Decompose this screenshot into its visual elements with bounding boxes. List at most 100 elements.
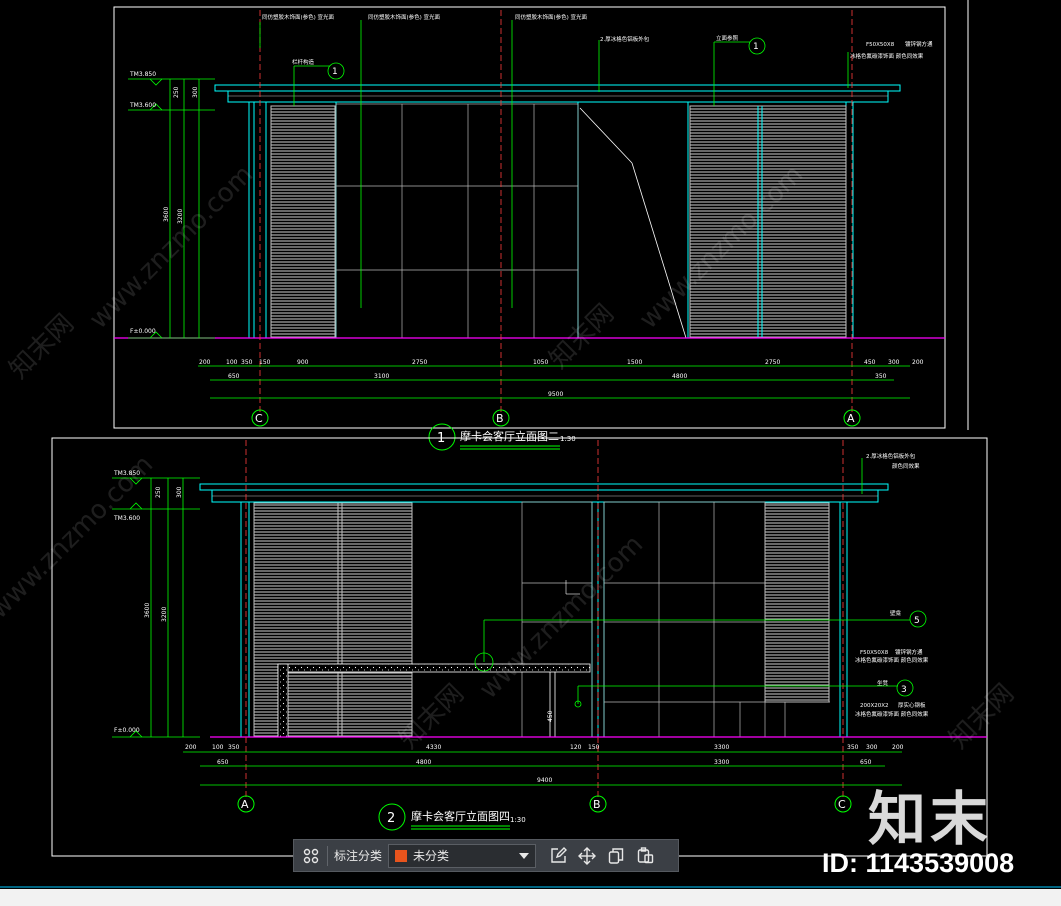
height-dim: 3600 [163, 207, 170, 222]
leader-note: 冰格色氟碳漆饰面 颜色同效果 [850, 52, 924, 60]
dim-text: 650 [860, 759, 872, 766]
dim-text: 4330 [426, 744, 441, 751]
dim-total: 9500 [548, 391, 563, 398]
dim-text: 200 [199, 359, 211, 366]
leader-note: 壁龛 [890, 609, 902, 617]
dim-text: 4800 [672, 373, 687, 380]
dim-text: 4800 [416, 759, 431, 766]
dim-text: 150 [588, 744, 600, 751]
detail-marker: 5 [914, 616, 920, 626]
bench-leg [277, 663, 289, 738]
leader-note: 镀锌钢方通 [905, 40, 933, 48]
dim-text: 350 [875, 373, 887, 380]
leader-note: 厚实心钢板 [898, 701, 926, 709]
detail-marker: 1 [332, 67, 338, 77]
dim-text: 300 [888, 359, 900, 366]
roof-fascia-1 [227, 90, 889, 103]
height-dim: 250 [173, 86, 180, 98]
axis-label: C [255, 412, 263, 425]
leader-note: 同仿塑胶木饰面(参色) 宣光面 [368, 13, 441, 21]
leader-note: 立面参照 [716, 34, 739, 42]
leader-note: 同仿塑胶木饰面(参色) 宣光面 [262, 13, 335, 21]
leader-note: 冰格色氟碳漆饰面 颜色同效果 [855, 656, 929, 664]
dim-text: 350 [228, 744, 240, 751]
leader-note: 栏杆构造 [292, 58, 315, 66]
dim-text: 3100 [374, 373, 389, 380]
paste-icon[interactable] [633, 844, 657, 868]
dim-text: 100 [212, 744, 224, 751]
height-dim: 250 [155, 486, 162, 498]
level-label: TM3.600 [113, 515, 140, 522]
dim-text: 350 [241, 359, 253, 366]
dim-total: 9400 [537, 777, 552, 784]
bench-top [277, 663, 591, 673]
toolbar-divider [327, 845, 328, 866]
axis-label: B [496, 412, 504, 425]
dim-text: 650 [217, 759, 229, 766]
chevron-down-icon [519, 852, 530, 859]
louver-panel-2b [764, 502, 830, 703]
watermark-id: ID: 1143539008 [822, 848, 1015, 878]
dim-text: 2750 [765, 359, 780, 366]
annotation-toolbar: 标注分类 未分类 [293, 839, 679, 872]
cad-canvas[interactable]: TM3.850 TM3.600 F±0.000 250 3600 3200 30… [0, 0, 1061, 906]
dim-text: 1050 [533, 359, 548, 366]
dim-text: 3300 [714, 744, 729, 751]
leader-note: 冰格色氟碳漆饰面 颜色同效果 [855, 710, 929, 718]
leader-note: 2.厚冰格色铝板外包 [866, 452, 916, 460]
axis-label: A [241, 798, 249, 811]
watermark-logo: 知末 [868, 785, 993, 853]
drawing-title: 摩卡会客厅立面图四 [411, 809, 510, 823]
annotation-category-label: 标注分类 [334, 849, 383, 863]
dim-text: 100 [226, 359, 238, 366]
leader-note: 镀锌钢方通 [895, 648, 923, 656]
height-dim: 3600 [144, 603, 151, 618]
detail-marker: 1 [753, 42, 759, 52]
edit-icon[interactable] [546, 844, 570, 868]
dim-text: 450 [864, 359, 876, 366]
drawing-scale: 1:30 [510, 816, 526, 824]
dim-text: 2750 [412, 359, 427, 366]
leader-note: 颜色同效果 [892, 462, 920, 470]
leader-note: 坐凳 [877, 679, 889, 687]
level-label: TM3.850 [129, 71, 156, 78]
leader-note: 200X20X2 [860, 703, 889, 709]
level-label: F±0.000 [130, 328, 156, 335]
svg-text:www.znzmo.com: www.znzmo.com [84, 160, 259, 335]
status-bar [0, 889, 1061, 906]
dim-text: 150 [259, 359, 271, 366]
drawing-scale: 1:30 [560, 435, 576, 443]
axis-label: A [847, 412, 855, 425]
dim-text: 900 [297, 359, 309, 366]
height-dim: 3200 [161, 607, 168, 622]
dim-text: 650 [228, 373, 240, 380]
height-dim: 300 [192, 86, 199, 98]
category-select-value: 未分类 [413, 849, 450, 863]
category-grid-icon[interactable] [299, 844, 323, 868]
dim-text: 200 [892, 744, 904, 751]
dim-text: 200 [912, 359, 924, 366]
svg-text:知末网: 知末网 [4, 309, 80, 385]
level-label: TM3.600 [129, 102, 156, 109]
leader-note: 同仿塑胶木饰面(参色) 宣光面 [515, 13, 588, 21]
copy-icon[interactable] [604, 844, 628, 868]
svg-text:www.znzmo.com: www.znzmo.com [474, 530, 649, 705]
elevation-1: TM3.850 TM3.600 F±0.000 250 3600 3200 30… [113, 6, 946, 451]
dim-text: 350 [847, 744, 859, 751]
category-select[interactable]: 未分类 [388, 843, 537, 868]
dim-text: 1500 [627, 359, 642, 366]
dim-text: 200 [185, 744, 197, 751]
title-number: 2 [387, 811, 395, 826]
leader-note: 2.厚冰格色铝板外包 [600, 35, 650, 43]
svg-text:www.znzmo.com: www.znzmo.com [0, 450, 159, 625]
dim-text: 120 [570, 744, 582, 751]
svg-text:知末网: 知末网 [544, 299, 620, 375]
louver-panel-1a [270, 105, 336, 338]
drawing-title: 摩卡会客厅立面图二 [460, 429, 559, 443]
glass-grid-1 [335, 103, 579, 339]
roof-cap-1 [214, 84, 901, 92]
move-icon[interactable] [575, 844, 599, 868]
height-dim: 300 [176, 486, 183, 498]
axis-label: B [593, 798, 601, 811]
level-label: F±0.000 [114, 727, 140, 734]
